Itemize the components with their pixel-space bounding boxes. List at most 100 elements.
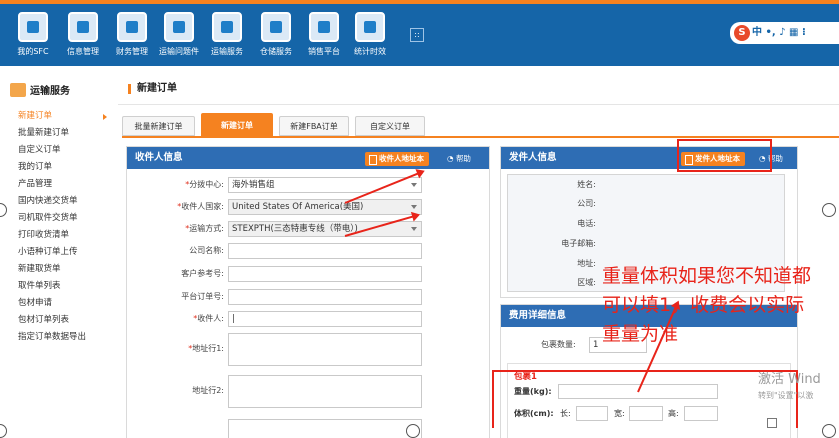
company-label-row: 公司名称: <box>127 243 224 259</box>
company-input[interactable] <box>228 243 422 259</box>
nav-label: 运输问题件 <box>159 47 199 56</box>
branch-label: *分拨中心: <box>185 180 224 189</box>
red-annotation-text: 重量体积如果您不知道都可以填1，收费会以实际重量为准 <box>602 265 812 345</box>
sidebar-item-new-order[interactable]: 新建订单 <box>18 108 86 125</box>
sogou-logo-icon: S <box>734 25 750 41</box>
clock-icon <box>355 12 385 42</box>
page-title: 新建订单 <box>128 84 177 94</box>
gears-icon <box>68 12 98 42</box>
sidebar-item-order-export[interactable]: 指定订单数据导出 <box>18 329 86 346</box>
cart-icon <box>212 12 242 42</box>
sender-phone-label: 电话: <box>577 219 596 228</box>
sidebar-item-my-orders[interactable]: 我的订单 <box>18 159 86 176</box>
envelope-icon <box>164 12 194 42</box>
country-label: *收件人国家: <box>177 202 224 211</box>
active-indicator-icon <box>103 114 107 120</box>
nav-label: 信息管理 <box>67 47 99 56</box>
nav-finance[interactable]: 财务管理 <box>109 12 155 57</box>
receiver-panel-header: 收件人信息 收件人地址本 ◔ 帮助 <box>127 147 489 169</box>
tab-new-fba-order[interactable]: 新建FBA订单 <box>279 116 349 136</box>
nav-label: 统计时效 <box>354 47 386 56</box>
windows-activation-watermark: 激活 Wind 转到"设置"以激 <box>758 372 821 404</box>
platform-label-row: 平台订单号: <box>127 289 224 305</box>
watermark-line1: 激活 Wind <box>758 372 821 387</box>
fee-panel-title: 费用详细信息 <box>509 310 567 321</box>
sidebar-item-material-request[interactable]: 包材申请 <box>18 295 86 312</box>
tab-bulk-new-order[interactable]: 批量新建订单 <box>122 116 195 136</box>
address-line3-input[interactable] <box>228 419 422 438</box>
platform-order-input[interactable] <box>228 289 422 305</box>
divider <box>118 104 839 105</box>
sidebar-item-material-orders[interactable]: 包材订单列表 <box>18 312 86 329</box>
name-label-row: *收件人: <box>127 311 224 327</box>
sidebar: 运输服务 新建订单 批量新建订单 自定义订单 我的订单 产品管理 国内快递交货单… <box>0 66 118 438</box>
nav-my-sfc[interactable]: 我的SFC <box>10 12 56 57</box>
top-navigation-bar: 我的SFC 信息管理 财务管理 运输问题件 运输服务 仓储服务 销售平台 统计时… <box>0 0 839 66</box>
nav-label: 仓储服务 <box>260 47 292 56</box>
branch-label-row: *分拨中心: <box>127 177 224 193</box>
sender-region-label: 区域: <box>577 278 596 287</box>
sidebar-item-new-pickup[interactable]: 新建取货单 <box>18 261 86 278</box>
resize-handle[interactable] <box>822 203 836 217</box>
sidebar-title-text: 运输服务 <box>30 86 70 97</box>
country-label-row: *收件人国家: <box>127 199 224 215</box>
country-select[interactable]: United States Of America(美国) <box>228 199 422 215</box>
help-text: 帮助 <box>455 154 471 163</box>
address-line1-input[interactable] <box>228 333 422 366</box>
sender-panel-title: 发件人信息 <box>509 152 557 163</box>
sender-address-book-highlight <box>677 139 772 172</box>
nav-sales-platform[interactable]: 销售平台 <box>301 12 347 57</box>
receiver-address-book-button[interactable]: 收件人地址本 <box>365 152 429 166</box>
receiver-help-link[interactable]: ◔ 帮助 <box>447 152 471 166</box>
sender-address-label: 地址: <box>577 259 596 268</box>
monitor-icon <box>309 12 339 42</box>
addr2-label-row: 地址行2: <box>127 383 224 399</box>
sidebar-item-domestic-express[interactable]: 国内快递交货单 <box>18 193 86 210</box>
ime-status: 中 •, ♪ ▦ ⁝ <box>752 27 806 38</box>
address-line2-label: 地址行2: <box>192 386 224 395</box>
sidebar-item-pickup-list[interactable]: 取件单列表 <box>18 278 86 295</box>
sidebar-item-minor-language-upload[interactable]: 小语种订单上传 <box>18 244 86 261</box>
watermark-line2: 转到"设置"以激 <box>758 391 814 400</box>
address-line1-label: *地址行1: <box>188 344 224 353</box>
sender-name-label: 姓名: <box>577 180 596 189</box>
chevron-down-icon <box>411 183 417 187</box>
resize-handle[interactable] <box>406 424 420 438</box>
method-label-row: *运输方式: <box>127 221 224 237</box>
resize-handle[interactable] <box>822 424 836 438</box>
address-line2-input[interactable] <box>228 375 422 408</box>
shipping-method-select[interactable]: STEXPTH(三态特惠专线（带电）) <box>228 221 422 237</box>
customer-ref-label: 客户参考号: <box>181 269 224 278</box>
shipping-method-label: *运输方式: <box>185 224 224 233</box>
nav-label: 我的SFC <box>17 47 49 56</box>
chevron-down-icon <box>411 227 417 231</box>
sidebar-menu: 新建订单 批量新建订单 自定义订单 我的订单 产品管理 国内快递交货单 司机取件… <box>18 108 86 346</box>
company-label: 公司名称: <box>189 246 224 255</box>
sidebar-item-driver-pickup[interactable]: 司机取件交货单 <box>18 210 86 227</box>
sidebar-item-bulk-new-order[interactable]: 批量新建订单 <box>18 125 86 142</box>
collapse-nav-button[interactable]: :: <box>410 28 424 42</box>
sidebar-title: 运输服务 <box>10 82 70 97</box>
sidebar-item-products[interactable]: 产品管理 <box>18 176 86 193</box>
branch-select[interactable]: 海外销售组 <box>228 177 422 193</box>
customer-ref-input[interactable] <box>228 266 422 282</box>
nav-label: 运输服务 <box>211 47 243 56</box>
nav-shipping-issues[interactable]: 运输问题件 <box>156 12 202 57</box>
credit-card-icon <box>117 12 147 42</box>
receiver-name-input[interactable]: | <box>228 311 422 327</box>
cart-icon <box>10 83 26 97</box>
ref-label-row: 客户参考号: <box>127 266 224 282</box>
sidebar-item-custom-order[interactable]: 自定义订单 <box>18 142 86 159</box>
nav-warehouse[interactable]: 仓储服务 <box>253 12 299 57</box>
nav-shipping-service[interactable]: 运输服务 <box>204 12 250 57</box>
nav-statistics[interactable]: 统计时效 <box>347 12 393 57</box>
minimize-icon[interactable] <box>767 418 777 428</box>
tab-new-order[interactable]: 新建订单 <box>201 113 273 136</box>
warehouse-icon <box>261 12 291 42</box>
receiver-name-label: *收件人: <box>193 314 224 323</box>
nav-info-management[interactable]: 信息管理 <box>60 12 106 57</box>
tab-custom-order[interactable]: 自定义订单 <box>355 116 425 136</box>
ime-toolbar[interactable]: S 中 •, ♪ ▦ ⁝ <box>730 22 839 44</box>
sidebar-item-print-receipt[interactable]: 打印收货清单 <box>18 227 86 244</box>
chevron-down-icon <box>411 205 417 209</box>
